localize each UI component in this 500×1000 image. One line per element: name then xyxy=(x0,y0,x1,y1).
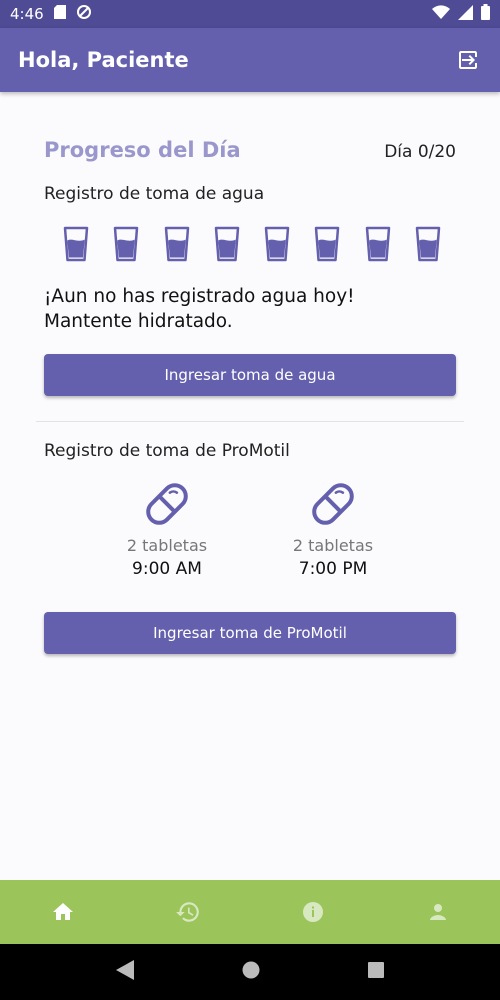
status-time: 4:46 xyxy=(10,5,44,23)
water-glass-icon xyxy=(63,226,89,262)
water-glass-icon xyxy=(164,226,189,262)
home-icon xyxy=(52,903,73,920)
water-glass-icon xyxy=(264,226,290,262)
back-icon xyxy=(116,960,134,980)
pill-icon xyxy=(312,483,354,525)
recents-button[interactable] xyxy=(368,962,384,982)
dose-time: 7:00 PM xyxy=(298,559,368,579)
circle-home-icon xyxy=(242,961,260,979)
no-water-message: ¡Aun no has registrado agua hoy! Mantent… xyxy=(44,284,464,334)
log-promotil-button[interactable]: Ingresar toma de ProMotil xyxy=(44,612,456,654)
wifi-icon xyxy=(432,5,450,23)
signal-icon xyxy=(458,4,473,24)
nav-home[interactable] xyxy=(0,880,125,944)
home-system-button[interactable] xyxy=(242,961,260,983)
water-section-label: Registro de toma de agua xyxy=(44,184,265,204)
water-glass-icon xyxy=(114,226,139,262)
pill-icon xyxy=(146,483,188,525)
dose-morning: 2 tabletas 9:00 AM xyxy=(107,478,227,579)
back-button[interactable] xyxy=(116,960,134,984)
nav-info[interactable] xyxy=(250,880,375,944)
water-glass-icon xyxy=(214,226,240,262)
dose-quantity: 2 tabletas xyxy=(126,536,208,555)
dose-time: 9:00 AM xyxy=(132,559,202,579)
progress-header: Progreso del Día Día 0/20 xyxy=(44,138,456,162)
app-title: Hola, Paciente xyxy=(18,48,189,72)
water-glass-icon xyxy=(315,226,340,262)
status-bar: 4:46 xyxy=(0,0,500,28)
water-glass-icon xyxy=(365,226,390,262)
person-icon xyxy=(429,904,446,920)
bottom-navigation xyxy=(0,880,500,944)
history-icon xyxy=(175,902,199,922)
battery-icon xyxy=(481,4,490,24)
app-bar: Hola, Paciente xyxy=(0,28,500,92)
day-counter: Día 0/20 xyxy=(384,142,456,162)
nav-profile[interactable] xyxy=(375,880,500,944)
logout-icon xyxy=(459,51,477,69)
recents-square-icon xyxy=(368,962,384,978)
dose-quantity: 2 tabletas xyxy=(292,536,374,555)
progress-title: Progreso del Día xyxy=(44,138,241,162)
system-navigation-bar xyxy=(0,944,500,1000)
info-icon xyxy=(302,902,323,922)
water-glass-icon xyxy=(415,226,441,262)
nav-history[interactable] xyxy=(125,880,250,944)
dose-evening: 2 tabletas 7:00 PM xyxy=(273,478,393,579)
sd-card-icon xyxy=(53,5,66,23)
data-saver-icon xyxy=(76,4,92,24)
logout-button[interactable] xyxy=(454,46,482,74)
no-water-message-line2: Mantente hidratado. xyxy=(44,311,233,332)
log-water-button[interactable]: Ingresar toma de agua xyxy=(44,354,456,396)
no-water-message-line1: ¡Aun no has registrado agua hoy! xyxy=(44,286,355,307)
main-content: Progreso del Día Día 0/20 Registro de to… xyxy=(0,92,500,880)
section-divider xyxy=(36,421,464,422)
promotil-section-label: Registro de toma de ProMotil xyxy=(44,441,290,461)
water-glasses xyxy=(62,226,442,262)
